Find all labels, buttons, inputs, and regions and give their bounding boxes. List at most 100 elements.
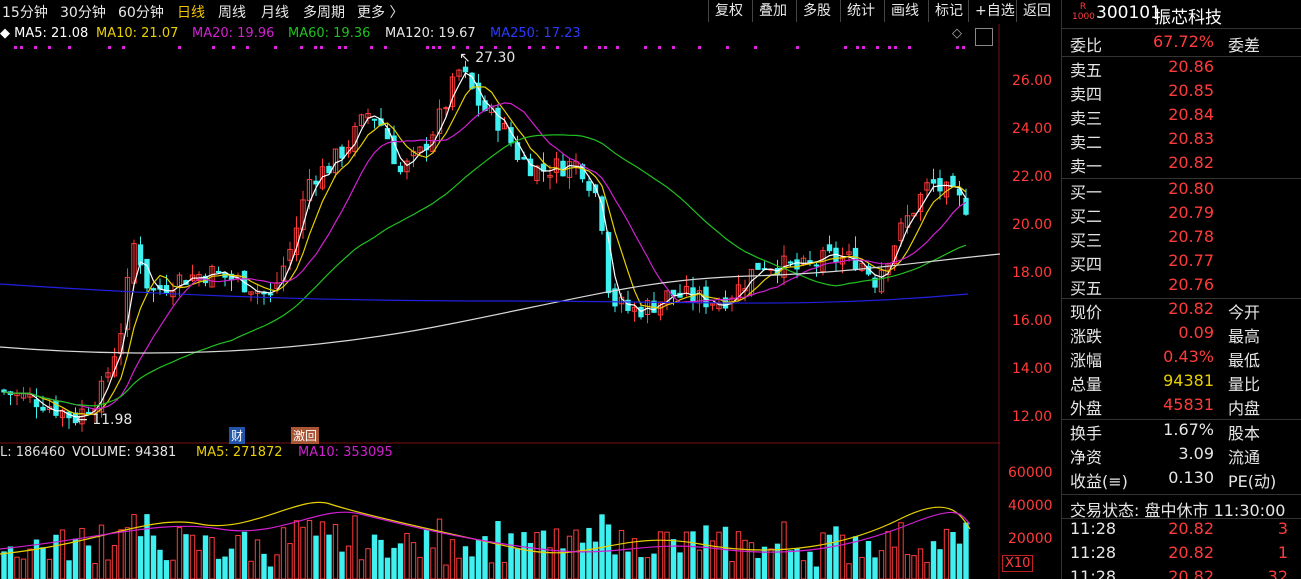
- signal-dot: [888, 46, 891, 49]
- volume-bar: [228, 548, 235, 579]
- add-watchlist-button[interactable]: +自选: [968, 0, 1015, 22]
- quote-row-value: 0.09: [1178, 323, 1214, 342]
- period-60min[interactable]: 60分钟: [118, 2, 164, 22]
- restore-right-button[interactable]: 复权: [708, 0, 743, 22]
- volume-bar: [462, 546, 469, 579]
- volume-bar: [196, 549, 202, 579]
- quote-panel: R 1000 300101 振芯科技 委比 67.72% 委差 卖五 20.86 卖…: [1061, 0, 1301, 579]
- stats-row-value: 0.130: [1168, 468, 1214, 487]
- quote-row-label: 外盘: [1070, 399, 1103, 418]
- overlay-button[interactable]: 叠加: [752, 0, 787, 22]
- period-15min[interactable]: 15分钟: [2, 2, 48, 22]
- signal-dot: [542, 46, 545, 49]
- volume-bar: [274, 554, 280, 579]
- volume-bar: [313, 535, 319, 579]
- volume-bar: [430, 547, 436, 579]
- signal-dot: [34, 46, 37, 49]
- volume-bar: [501, 561, 508, 579]
- volume-bar: [618, 529, 625, 579]
- signal-dot: [212, 46, 215, 49]
- volume-bar: [137, 536, 144, 579]
- price-tick: 26.00: [1012, 73, 1053, 89]
- ask-row-value: 20.86: [1168, 57, 1214, 76]
- volume-bar: [638, 557, 644, 579]
- period-more[interactable]: 更多 〉: [357, 2, 403, 22]
- volume-bar: [14, 556, 20, 579]
- volume-bar: [891, 546, 898, 579]
- quote-row-value: 20.82: [1168, 299, 1214, 318]
- draw-line-button[interactable]: 画线: [884, 0, 919, 22]
- volume-bar: [20, 558, 27, 579]
- volume-bar: [410, 542, 417, 579]
- price-tick: 22.00: [1012, 169, 1053, 185]
- signal-dot: [344, 46, 347, 49]
- volume-bar: [963, 522, 969, 579]
- volume-bar: [924, 561, 930, 579]
- signal-dot: [754, 46, 757, 49]
- stats-row-label: 净资: [1070, 448, 1103, 467]
- signal-dot: [452, 46, 455, 49]
- signal-dot: [438, 46, 441, 49]
- volume-bar: [631, 538, 638, 579]
- statistics-button[interactable]: 统计: [840, 0, 875, 22]
- volume-bar: [111, 545, 118, 579]
- volume-unit[interactable]: X10: [1002, 555, 1034, 572]
- event-badge[interactable]: 激回: [291, 427, 320, 444]
- signal-dot: [876, 46, 879, 49]
- kline-chart[interactable]: [0, 24, 1060, 579]
- volume-bar: [651, 553, 657, 579]
- volume-bar: [176, 527, 183, 579]
- finance-badge[interactable]: 财: [229, 427, 246, 444]
- period-30min[interactable]: 30分钟: [60, 2, 106, 22]
- signal-dot: [20, 46, 23, 49]
- volume-bar: [59, 529, 66, 579]
- volume-bar: [794, 548, 800, 579]
- volume-bar: [644, 557, 651, 579]
- candle: [937, 178, 943, 192]
- signal-dot: [584, 46, 587, 49]
- volume-bar: [235, 534, 241, 579]
- volume-bar: [755, 557, 761, 579]
- volume-bar: [657, 531, 664, 579]
- volume-bar: [833, 526, 839, 579]
- volume-bar: [579, 542, 586, 579]
- divider: [1062, 28, 1301, 29]
- volume-bar: [443, 564, 449, 579]
- volume-bar: [514, 548, 521, 579]
- signal-dot: [466, 46, 469, 49]
- mark-button[interactable]: 标记: [928, 0, 963, 22]
- period-multi[interactable]: 多周期: [303, 2, 345, 22]
- candle: [950, 175, 956, 187]
- volume-bar: [885, 531, 891, 579]
- volume-bar: [371, 534, 378, 579]
- volume-bar: [293, 520, 300, 579]
- volume-bar: [384, 557, 391, 579]
- tick-price: 20.82: [1168, 543, 1214, 562]
- volume-bar: [950, 532, 956, 579]
- ask-row-value: 20.84: [1168, 105, 1214, 124]
- period-monthly[interactable]: 月线: [261, 2, 289, 22]
- volume-bar: [202, 535, 209, 579]
- tick-time: 11:28: [1070, 567, 1117, 579]
- tick-price: 20.82: [1168, 567, 1214, 579]
- signal-dot: [528, 46, 531, 49]
- ask-row-label: 卖一: [1070, 157, 1103, 176]
- volume-bar: [677, 552, 683, 579]
- volume-bar: [267, 566, 274, 579]
- volume-bar: [865, 540, 872, 579]
- tick-volume: 32: [1267, 567, 1288, 579]
- bid-row-value: 20.80: [1168, 179, 1214, 198]
- signal-dot: [108, 46, 111, 49]
- back-button[interactable]: 返回: [1016, 0, 1051, 22]
- candle: [150, 288, 157, 291]
- multi-stock-button[interactable]: 多股: [796, 0, 831, 22]
- volume-axis: 60000 40000 20000 X10: [1000, 460, 1060, 579]
- bid-row-value: 20.76: [1168, 275, 1214, 294]
- volume-bar: [254, 539, 261, 579]
- period-daily[interactable]: 日线: [177, 2, 205, 22]
- volume-bar: [930, 541, 937, 579]
- volume-bar: [553, 528, 560, 579]
- volume-bar: [319, 521, 326, 579]
- signal-dot: [658, 46, 661, 49]
- period-weekly[interactable]: 周线: [218, 2, 246, 22]
